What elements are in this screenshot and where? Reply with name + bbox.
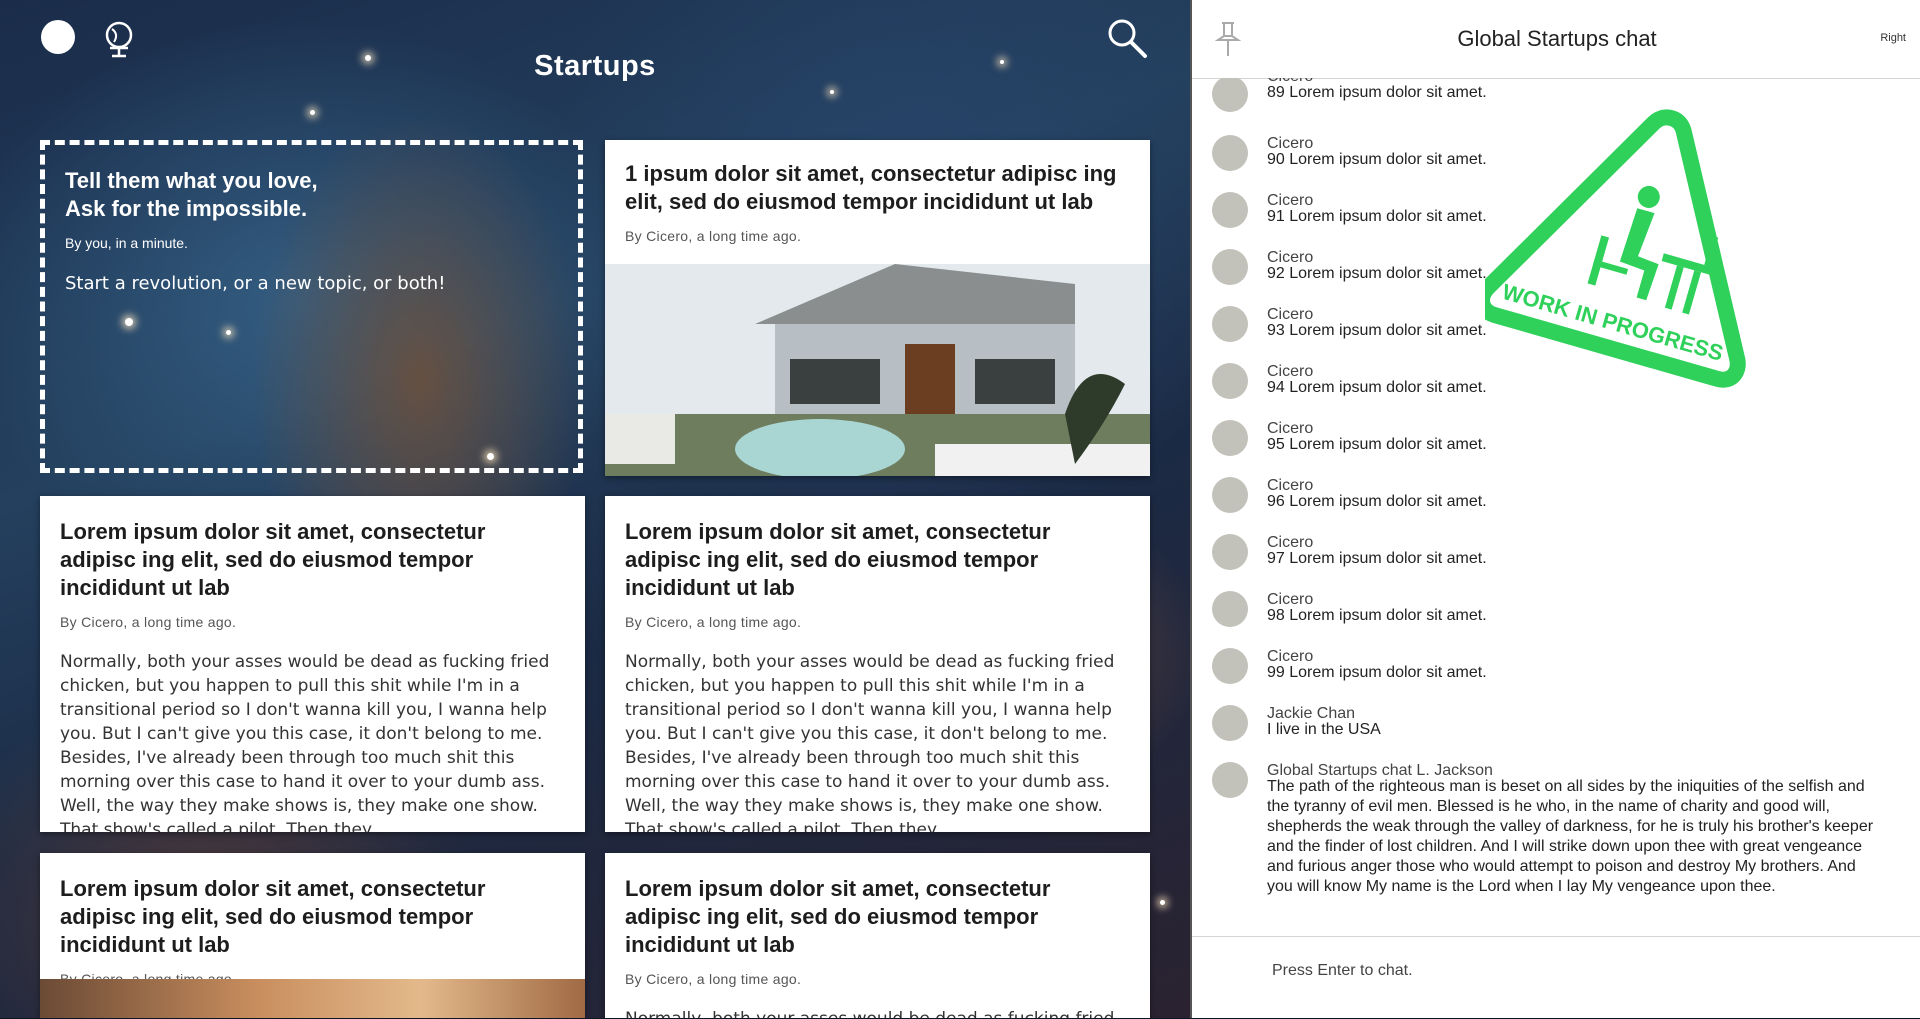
page-title: Startups (534, 50, 656, 82)
topic-card[interactable]: Lorem ipsum dolor sit amet, consectetur … (605, 496, 1150, 832)
topic-card[interactable]: Lorem ipsum dolor sit amet, consectetur … (40, 853, 585, 1018)
startups-feed: Startups Tell them what you love, Ask fo… (0, 0, 1190, 1018)
topic-card[interactable]: 1 ipsum dolor sit amet, consectetur adip… (605, 140, 1150, 476)
topic-card-body: Normally, both your asses would be dead … (625, 1007, 1130, 1018)
avatar (1212, 591, 1248, 627)
chat-input-bar (1192, 936, 1920, 1019)
chat-input[interactable] (1270, 957, 1874, 985)
star-decoration (1160, 900, 1165, 905)
new-topic-meta: By you, in a minute. (65, 235, 188, 251)
topic-card-title: Lorem ipsum dolor sit amet, consectetur … (625, 519, 1051, 600)
topic-card-title: Lorem ipsum dolor sit amet, consectetur … (60, 519, 486, 600)
new-topic-subtitle: Start a revolution, or a new topic, or b… (65, 273, 446, 294)
avatar (1212, 705, 1248, 741)
topic-card-title: Lorem ipsum dolor sit amet, consectetur … (60, 876, 486, 957)
message-text: The path of the righteous man is beset o… (1267, 778, 1874, 895)
star-decoration (310, 110, 315, 115)
message-text: I live in the USA (1267, 721, 1381, 738)
chat-right-label[interactable]: Right (1880, 32, 1906, 44)
avatar (1212, 306, 1248, 342)
topic-card-title: 1 ipsum dolor sit amet, consectetur adip… (625, 161, 1117, 214)
topic-card-meta: By Cicero, a long time ago. (60, 614, 237, 630)
avatar (1212, 192, 1248, 228)
avatar (1212, 477, 1248, 513)
avatar (1212, 534, 1248, 570)
topic-card-meta: By Cicero, a long time ago. (625, 228, 802, 244)
message-text: 95 Lorem ipsum dolor sit amet. (1267, 436, 1487, 453)
message-text: 98 Lorem ipsum dolor sit amet. (1267, 607, 1487, 624)
topic-card-title: Lorem ipsum dolor sit amet, consectetur … (625, 876, 1051, 957)
topic-card[interactable]: Lorem ipsum dolor sit amet, consectetur … (40, 496, 585, 832)
avatar (1212, 648, 1248, 684)
topic-card-image (40, 979, 585, 1018)
new-topic-heading-line2: Ask for the impossible. (65, 196, 308, 221)
chat-title: Global Startups chat (1457, 26, 1657, 51)
topic-card-body: Normally, both your asses would be dead … (625, 652, 1115, 832)
circle-icon[interactable] (41, 20, 75, 54)
topic-card-body: Normally, both your asses would be dead … (60, 652, 550, 832)
message-text: 99 Lorem ipsum dolor sit amet. (1267, 664, 1487, 681)
message-text: 97 Lorem ipsum dolor sit amet. (1267, 550, 1487, 567)
avatar (1212, 249, 1248, 285)
avatar (1212, 762, 1248, 798)
avatar (1212, 78, 1248, 112)
avatar (1212, 363, 1248, 399)
star-decoration (830, 90, 834, 94)
new-topic-heading-line1: Tell them what you love, (65, 168, 318, 193)
message-text: 96 Lorem ipsum dolor sit amet. (1267, 493, 1487, 510)
topic-card-meta: By Cicero, a long time ago. (625, 971, 802, 987)
chat-header: Global Startups chat Right (1192, 0, 1920, 79)
avatar (1212, 420, 1248, 456)
new-topic-card[interactable]: Tell them what you love, Ask for the imp… (40, 140, 583, 473)
house-image (605, 264, 1150, 476)
topic-card-meta: By Cicero, a long time ago. (625, 614, 802, 630)
work-in-progress-badge: WORK IN PROGRESS (1485, 109, 1746, 388)
topic-card[interactable]: Lorem ipsum dolor sit amet, consectetur … (605, 853, 1150, 1018)
avatar (1212, 135, 1248, 171)
